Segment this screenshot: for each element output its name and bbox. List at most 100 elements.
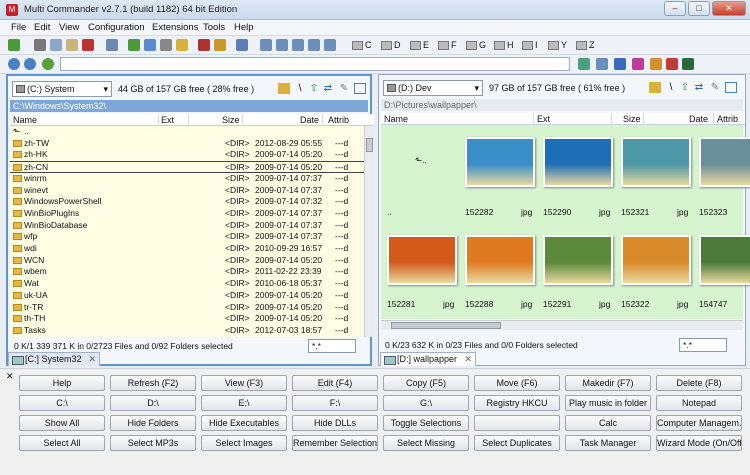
drive-button-h[interactable]: H (494, 38, 514, 52)
column-size[interactable]: Size (222, 115, 240, 125)
new-tab-icon[interactable] (128, 39, 140, 51)
toolbar-doc-icon[interactable] (260, 39, 272, 51)
user-button[interactable]: Select All (19, 435, 105, 451)
shutdown-icon[interactable] (666, 58, 678, 70)
user-button[interactable]: Refresh (F2) (110, 375, 196, 391)
user-button[interactable]: Copy (F5) (383, 375, 469, 391)
drive-button-y[interactable]: Y (548, 38, 567, 52)
user-button[interactable] (474, 415, 560, 431)
image-thumbnail[interactable] (465, 137, 535, 187)
close-tab-icon[interactable]: ✕ (88, 353, 96, 366)
user-button[interactable]: Task Manager (565, 435, 651, 451)
file-row[interactable]: zh-CN <DIR> 2009-07-14 05:20 ---d (10, 161, 364, 173)
scroll-thumb[interactable] (366, 138, 373, 152)
close-tab-icon[interactable]: ✕ (464, 353, 472, 366)
sync-icon[interactable]: ⇄ (322, 83, 334, 94)
column-attrib[interactable]: Attrib (328, 115, 349, 125)
drive-button-z[interactable]: Z (576, 38, 595, 52)
folder-icon[interactable] (176, 39, 188, 51)
user-button[interactable]: Remember Selection (292, 435, 378, 451)
column-size[interactable]: Size (623, 114, 641, 124)
user-button[interactable]: C:\ (19, 395, 105, 411)
network-folder-icon[interactable] (278, 83, 290, 94)
user-button[interactable]: Computer Managem... (656, 415, 742, 431)
file-row[interactable]: Wat <DIR> 2010-06-18 05:37 ---d (10, 278, 364, 290)
paste-icon[interactable] (66, 39, 78, 51)
menu-extensions[interactable]: Extensions (152, 22, 198, 33)
copy-icon[interactable] (50, 39, 62, 51)
user-button[interactable]: Select MP3s (110, 435, 196, 451)
user-button[interactable]: Notepad (656, 395, 742, 411)
file-row[interactable]: wfp <DIR> 2009-07-14 07:37 ---d (10, 231, 364, 243)
file-row[interactable]: wdi <DIR> 2010-09-29 16:57 ---d (10, 243, 364, 255)
user-icon[interactable] (682, 58, 694, 70)
column-date[interactable]: Date (300, 115, 319, 125)
user-button[interactable]: Calc (565, 415, 651, 431)
view-layout-icon[interactable] (106, 39, 118, 51)
file-row[interactable]: wbem <DIR> 2011-02-22 23:39 ---d (10, 266, 364, 278)
tab-system32[interactable]: [C:] System32 ✕ (8, 352, 100, 366)
drive-button-c[interactable]: C (352, 38, 372, 52)
pin-icon[interactable]: ✎ (338, 83, 350, 94)
root-icon[interactable]: \ (294, 83, 306, 94)
file-row[interactable]: th-TH <DIR> 2009-07-14 05:20 ---d (10, 313, 364, 325)
left-filter-input[interactable]: *.* (308, 339, 356, 353)
column-date[interactable]: Date (689, 114, 708, 124)
view-mode-icon[interactable] (354, 83, 366, 94)
unpack-icon[interactable] (214, 39, 226, 51)
network-folder-icon[interactable] (649, 82, 661, 93)
extension-icon[interactable] (632, 58, 644, 70)
scroll-thumb[interactable] (391, 322, 501, 329)
drive-button-f[interactable]: F (438, 38, 457, 52)
image-thumbnail[interactable] (387, 235, 457, 285)
parent-folder-icon[interactable]: ⇧ (308, 83, 320, 94)
toolbar-kb-icon[interactable] (276, 39, 288, 51)
refresh-icon[interactable] (8, 39, 20, 51)
user-button[interactable]: F:\ (292, 395, 378, 411)
file-row[interactable]: zh-TW <DIR> 2012-08-29 05:55 ---d (10, 138, 364, 150)
swap-panels-icon[interactable] (144, 39, 156, 51)
pin-icon[interactable]: ✎ (709, 82, 721, 93)
menu-view[interactable]: View (59, 22, 79, 33)
tab-wallpapper[interactable]: [D:] wallpapper ✕ (380, 352, 476, 366)
drive-button-e[interactable]: E (410, 38, 429, 52)
user-button[interactable]: Select Duplicates (474, 435, 560, 451)
user-button[interactable]: Delete (F8) (656, 375, 742, 391)
view-mode-icon[interactable] (725, 82, 737, 93)
window-icon[interactable] (236, 39, 248, 51)
user-button[interactable]: Registry HKCU (474, 395, 560, 411)
user-button[interactable]: Edit (F4) (292, 375, 378, 391)
plugins-icon[interactable] (650, 58, 662, 70)
menu-file[interactable]: File (11, 22, 26, 33)
column-attrib[interactable]: Attrib (717, 114, 738, 124)
file-row[interactable]: WCN <DIR> 2009-07-14 05:20 ---d (10, 255, 364, 267)
menu-tools[interactable]: Tools (203, 22, 225, 33)
menu-edit[interactable]: Edit (34, 22, 50, 33)
bookmark-icon[interactable] (578, 58, 590, 70)
image-thumbnail[interactable] (621, 137, 691, 187)
user-button[interactable]: Hide Executables (201, 415, 287, 431)
toolbar-mb-icon[interactable] (292, 39, 304, 51)
close-panel-icon[interactable]: ✕ (6, 371, 14, 382)
right-drive-dropdown[interactable]: (D:) Dev (383, 80, 483, 96)
file-row[interactable]: WinBioPlugIns <DIR> 2009-07-14 07:37 ---d (10, 208, 364, 220)
cut-icon[interactable] (34, 39, 46, 51)
minimize-button[interactable]: – (664, 1, 686, 16)
user-button[interactable]: Hide Folders (110, 415, 196, 431)
user-button[interactable]: View (F3) (201, 375, 287, 391)
history-icon[interactable] (42, 58, 54, 70)
maximize-button[interactable]: □ (688, 1, 710, 16)
network-icon[interactable] (614, 58, 626, 70)
drive-button-g[interactable]: G (466, 38, 486, 52)
user-button[interactable]: E:\ (201, 395, 287, 411)
compare-icon[interactable] (160, 39, 172, 51)
user-button[interactable]: Select Missing (383, 435, 469, 451)
file-row[interactable]: tr-TR <DIR> 2009-07-14 05:20 ---d (10, 302, 364, 314)
image-thumbnail[interactable] (699, 137, 750, 187)
drive-button-i[interactable]: I (522, 38, 538, 52)
user-button[interactable]: Toggle Selections (383, 415, 469, 431)
column-name[interactable]: Name (13, 115, 37, 125)
user-button[interactable]: G:\ (383, 395, 469, 411)
user-button[interactable]: Play music in folder (565, 395, 651, 411)
image-thumbnail[interactable] (699, 235, 750, 285)
